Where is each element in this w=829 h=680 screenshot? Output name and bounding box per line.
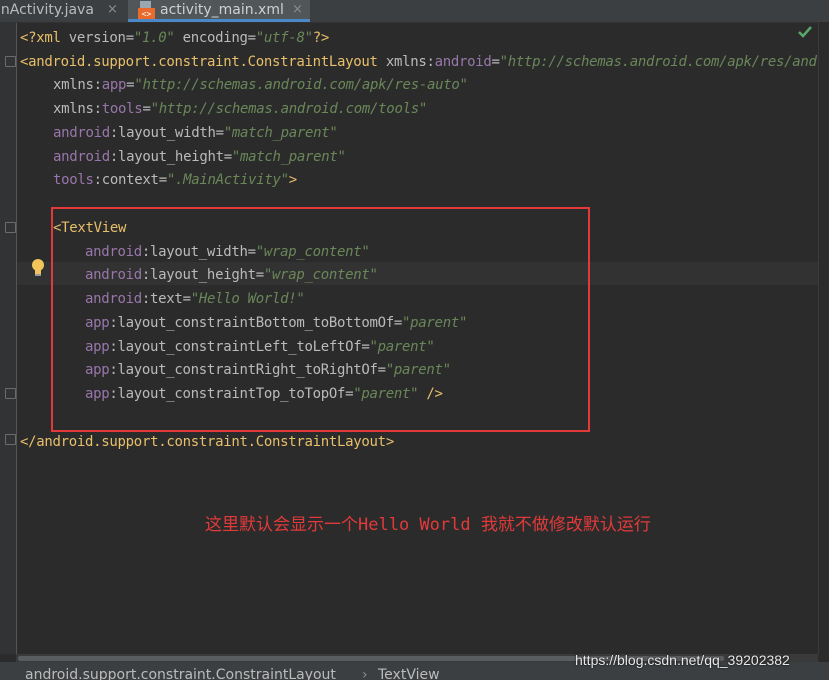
fold-marker-icon[interactable] — [5, 222, 16, 233]
annotation-highlight-box — [51, 207, 590, 432]
breadcrumb-separator: › — [362, 667, 368, 680]
tag-bracket: < — [20, 54, 29, 70]
equals-sign: = — [247, 30, 256, 46]
tag-bracket: > — [288, 172, 297, 188]
equals-sign: = — [215, 125, 224, 141]
equals-sign: = — [125, 30, 134, 46]
tag-name: android.support.constraint.ConstraintLay… — [36, 434, 386, 450]
error-stripe[interactable] — [818, 22, 829, 654]
tag-bracket: > — [385, 434, 394, 450]
attribute-name: :context — [93, 172, 159, 188]
close-icon[interactable]: × — [107, 0, 118, 20]
xml-file-icon: <> — [138, 1, 155, 19]
tag-name: android.support.constraint.ConstraintLay… — [28, 54, 378, 70]
attribute-name: :layout_width — [109, 125, 216, 141]
attribute-name: xmlns: — [53, 101, 102, 117]
attribute-value: "http://schemas.android.com/apk/res-auto… — [134, 77, 468, 93]
gutter-divider — [16, 23, 17, 654]
xml-decl-close: ?> — [312, 30, 330, 46]
tab-label: activity_main.xml — [160, 2, 284, 18]
code-line[interactable]: android:layout_height="match_parent" — [53, 147, 346, 167]
code-line[interactable]: tools:context=".MainActivity"> — [53, 170, 297, 190]
watermark: https://blog.csdn.net/qq_39202382 — [575, 652, 790, 668]
annotation-text: 这里默认会显示一个Hello World 我就不做修改默认运行 — [205, 515, 651, 535]
code-line[interactable]: <android.support.constraint.ConstraintLa… — [20, 52, 829, 72]
code-editor[interactable]: <?xml version="1.0" encoding="utf-8"?> <… — [0, 23, 829, 654]
breadcrumb-item-constraint-layout[interactable]: android.support.constraint.ConstraintLay… — [25, 662, 336, 680]
attribute-value: "http://schemas.android.com/apk/res/andr… — [499, 54, 829, 70]
xml-decl-open: <?xml — [20, 30, 69, 46]
tag-bracket: </ — [20, 434, 37, 450]
svg-text:<>: <> — [142, 10, 152, 19]
editor-gutter[interactable] — [0, 23, 16, 654]
attribute-value: "match_parent" — [223, 125, 338, 141]
breadcrumb-item-textview[interactable]: TextView — [378, 662, 440, 680]
attribute-value: "1.0" — [133, 30, 175, 46]
equals-sign: = — [142, 101, 151, 117]
attribute-value: ".MainActivity" — [166, 172, 289, 188]
check-icon — [798, 26, 812, 38]
namespace: android — [53, 149, 110, 165]
namespace: tools — [53, 172, 94, 188]
tab-label: inActivity.java — [0, 2, 94, 18]
equals-sign: = — [491, 54, 500, 70]
attribute-name: xmlns: — [53, 77, 102, 93]
fold-marker-icon[interactable] — [5, 434, 16, 445]
namespace: android — [434, 54, 492, 70]
attribute-name: :layout_height — [109, 149, 224, 165]
code-line[interactable]: xmlns:app="http://schemas.android.com/ap… — [53, 75, 468, 95]
code-line[interactable]: android:layout_width="match_parent" — [53, 123, 338, 143]
attribute-value: "utf-8" — [255, 30, 313, 46]
attribute-name: encoding — [182, 30, 248, 46]
attribute-name: version — [68, 30, 126, 46]
code-line[interactable]: xmlns:tools="http://schemas.android.com/… — [53, 99, 427, 119]
tab-main-activity-java[interactable]: inActivity.java × — [0, 0, 126, 22]
namespace: android — [53, 125, 110, 141]
attribute-name: xmlns: — [385, 54, 435, 70]
editor-tab-bar: inActivity.java × <> activity_main.xml × — [0, 0, 829, 23]
code-line[interactable]: <?xml version="1.0" encoding="utf-8"?> — [20, 28, 329, 48]
lightbulb-icon[interactable] — [30, 258, 46, 278]
equals-sign: = — [223, 149, 232, 165]
close-icon[interactable]: × — [292, 0, 303, 19]
attribute-value: "match_parent" — [231, 149, 346, 165]
fold-marker-icon[interactable] — [5, 388, 16, 399]
namespace: tools — [101, 101, 143, 117]
tab-activity-main-xml[interactable]: <> activity_main.xml × — [128, 0, 310, 22]
attribute-value: "http://schemas.android.com/tools" — [150, 101, 428, 117]
code-line[interactable]: </android.support.constraint.ConstraintL… — [20, 432, 394, 452]
fold-marker-icon[interactable] — [5, 56, 16, 67]
equals-sign: = — [158, 172, 167, 188]
namespace: app — [101, 77, 127, 93]
